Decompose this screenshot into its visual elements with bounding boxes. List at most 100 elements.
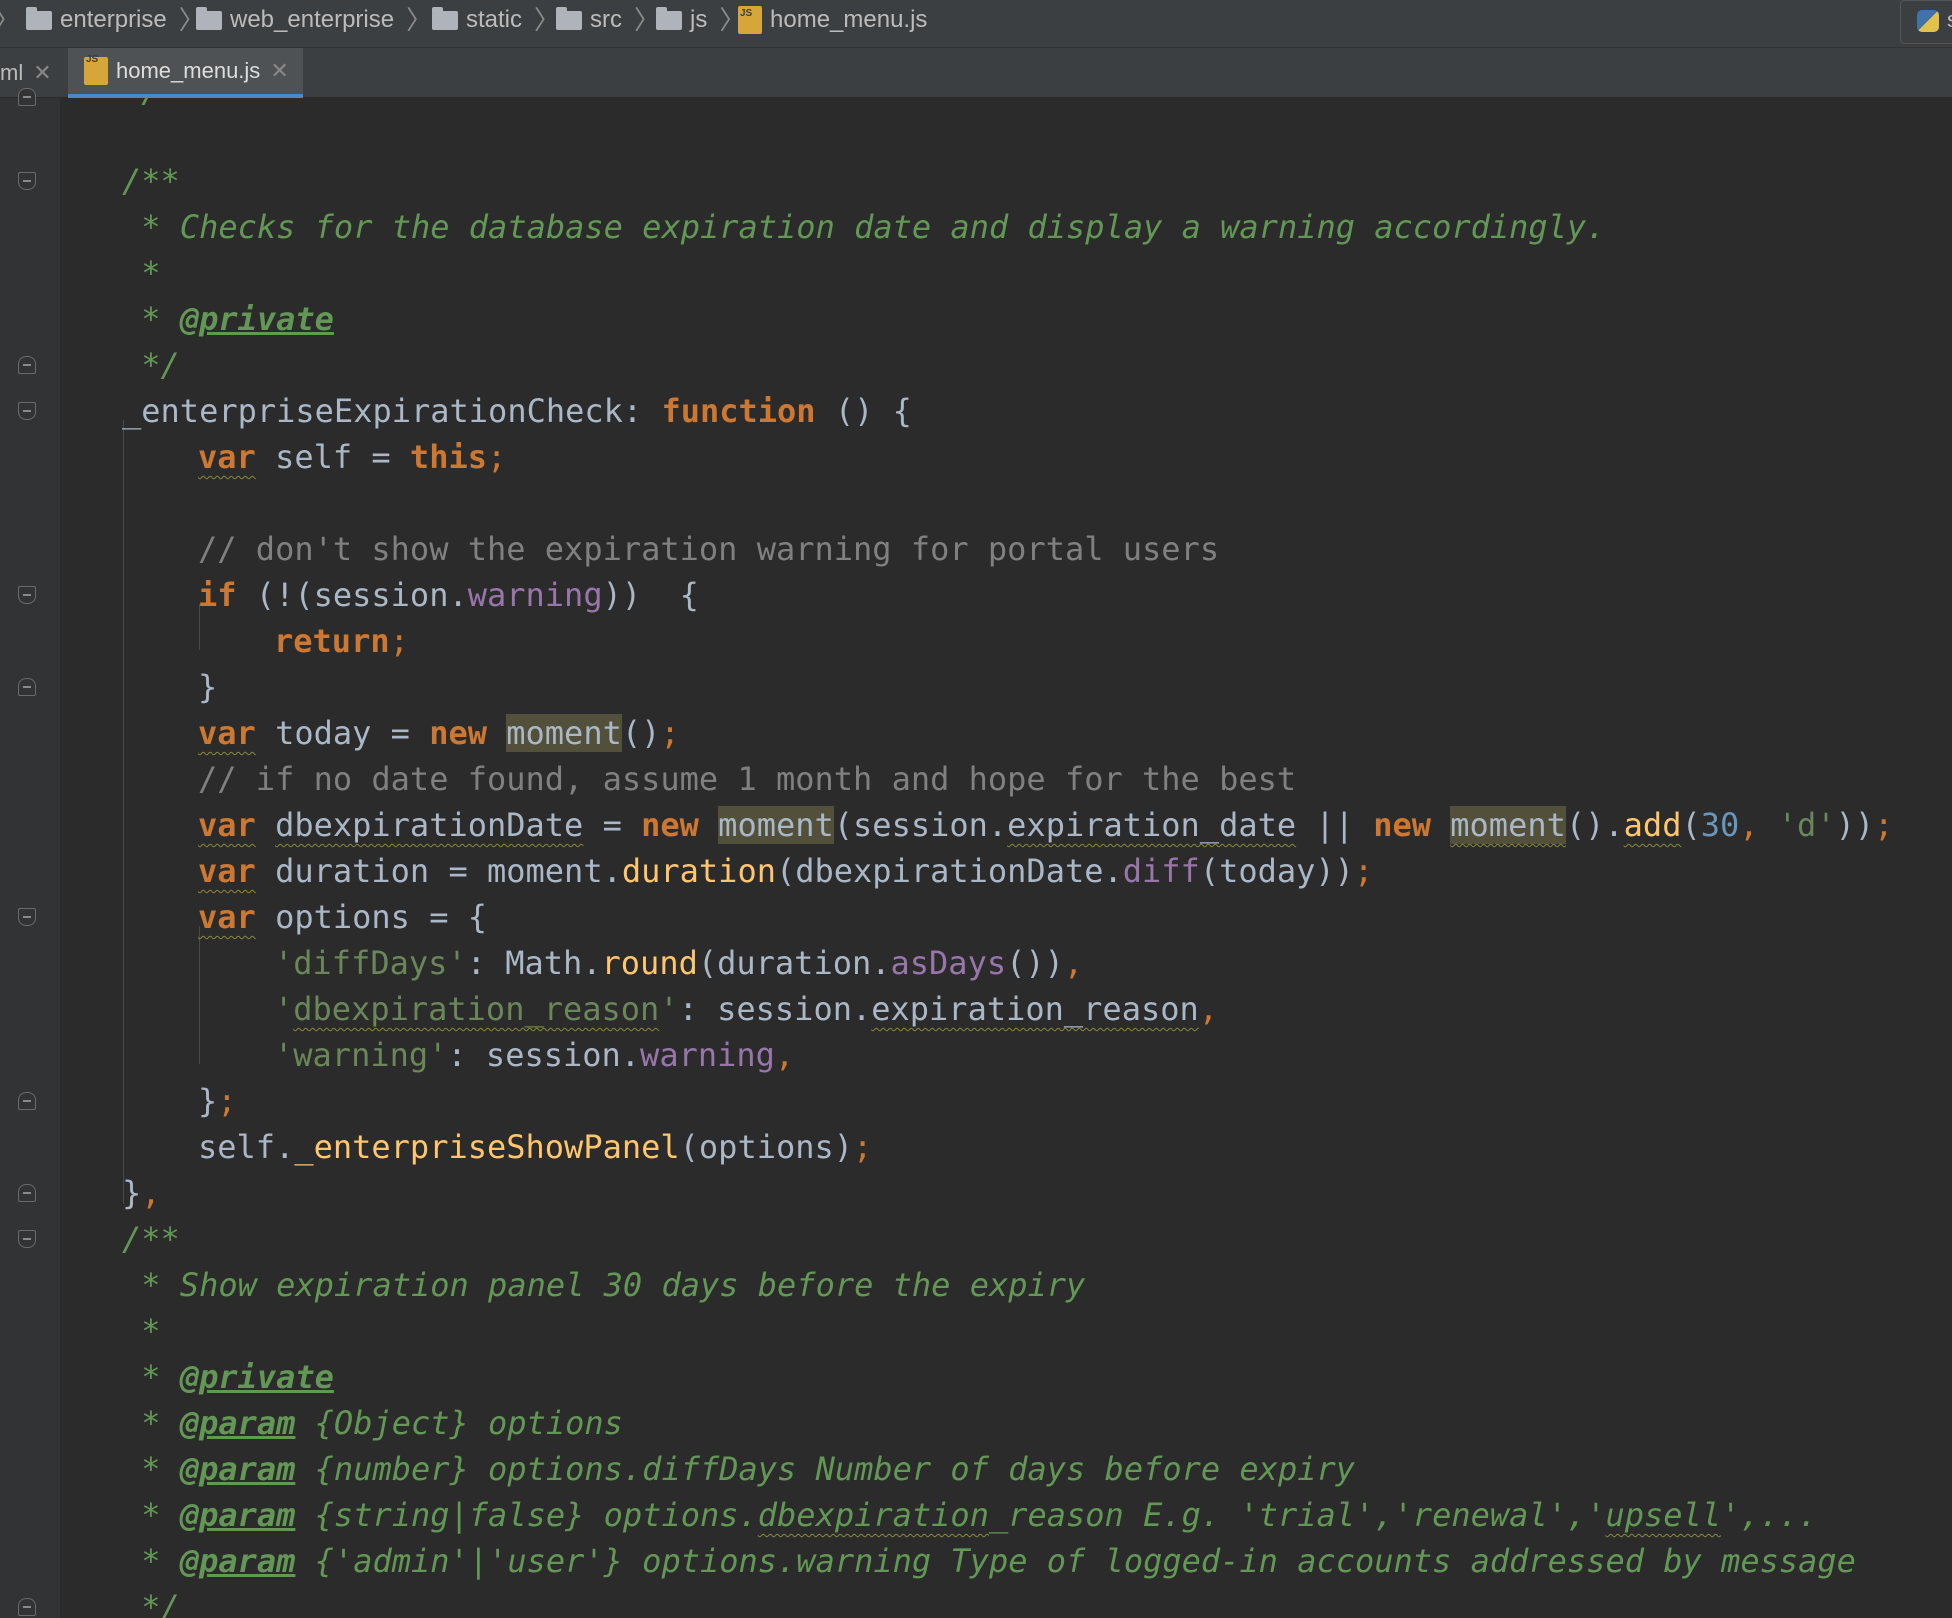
- chevron-right-icon: 〉: [0, 0, 20, 40]
- code-token: )) {: [602, 576, 699, 614]
- breadcrumb-item-src[interactable]: src 〉: [556, 0, 660, 40]
- code-token: today =: [255, 714, 430, 752]
- code-token: : session.: [447, 1036, 641, 1074]
- code-editor[interactable]: */ /** * Checks for the database expirat…: [60, 98, 1952, 1618]
- navigation-bar: 〉 enterprise 〉 web_enterprise 〉 static 〉…: [0, 0, 1952, 48]
- breadcrumb-item-home-menu-js[interactable]: home_menu.js: [738, 0, 927, 40]
- keyword-token: this: [409, 438, 487, 476]
- code-line: 'warning': session.warning,: [274, 1032, 794, 1078]
- keyword-token: var: [198, 714, 256, 752]
- fold-start-icon[interactable]: [18, 402, 38, 422]
- comment-text: *: [122, 1450, 180, 1488]
- keyword-token: var: [198, 806, 256, 844]
- keyword-token: if: [198, 576, 237, 614]
- code-token: (options): [679, 1128, 854, 1166]
- keyword-token: function: [661, 392, 816, 430]
- property-token: warning: [467, 576, 603, 614]
- code-token: _enterpriseExpirationCheck:: [122, 392, 662, 430]
- line-comment: // if no date found, assume 1 month and …: [198, 760, 1297, 798]
- fold-end-icon[interactable]: [18, 1184, 38, 1204]
- code-token: (session.: [833, 806, 1008, 844]
- fold-start-icon[interactable]: [18, 586, 38, 606]
- highlighted-usage: moment: [718, 806, 834, 844]
- fold-end-icon[interactable]: [18, 678, 38, 698]
- run-configuration-button[interactable]: s: [1900, 0, 1952, 44]
- semicolon-token: ;: [660, 714, 680, 752]
- keyword-token: var: [198, 438, 256, 476]
- breadcrumb-label: web_enterprise: [230, 6, 395, 33]
- comment-text: *: [122, 1542, 180, 1580]
- code-line: _enterpriseExpirationCheck: function () …: [122, 388, 912, 434]
- breadcrumb-item-web-enterprise[interactable]: web_enterprise 〉: [196, 0, 432, 40]
- comment-text: /**: [122, 162, 180, 200]
- code-line: * @param {Object} options: [122, 1400, 623, 1446]
- editor-tab-bar: ml ✕ home_menu.js ✕: [0, 35, 1952, 98]
- fold-end-icon[interactable]: [18, 1598, 38, 1618]
- jsdoc-tag: @param: [179, 1496, 296, 1534]
- string-token: 'diffDays': [274, 944, 467, 982]
- fold-start-icon[interactable]: [18, 172, 38, 192]
- semicolon-token: ;: [217, 1082, 237, 1120]
- breadcrumb-item-static[interactable]: static 〉: [432, 0, 560, 40]
- code-token: expiration_reason: [871, 990, 1199, 1028]
- keyword-token: new: [641, 806, 699, 844]
- indent-guide: [199, 926, 200, 1064]
- code-line: };: [198, 1078, 237, 1124]
- comma-token: ,: [1198, 990, 1219, 1028]
- code-token: () {: [815, 392, 912, 430]
- string-token: ': [659, 990, 679, 1028]
- function-token: add: [1623, 806, 1682, 844]
- code-line: * @param {'admin'|'user'} options.warnin…: [122, 1538, 1856, 1584]
- semicolon-token: ;: [486, 438, 507, 476]
- code-token: duration = moment.: [255, 852, 622, 890]
- code-line: * @private: [122, 1354, 334, 1400]
- comma-token: ,: [1063, 944, 1084, 982]
- comment-text: *: [122, 254, 161, 292]
- code-line: * @param {string|false} options.dbexpira…: [122, 1492, 1817, 1538]
- breadcrumb-item-enterprise[interactable]: 〉 enterprise 〉: [0, 0, 205, 40]
- jsdoc-tag: @param: [179, 1404, 296, 1442]
- editor-gutter: [0, 88, 60, 1618]
- keyword-token: new: [429, 714, 487, 752]
- code-token: ()): [1006, 944, 1064, 982]
- fold-start-icon[interactable]: [18, 1230, 38, 1250]
- code-token: }: [122, 1174, 142, 1212]
- code-line: /**: [122, 158, 180, 204]
- code-token: (duration.: [697, 944, 891, 982]
- comment-text: *: [122, 1496, 180, 1534]
- highlighted-usage: moment: [1450, 806, 1566, 844]
- code-line: */: [122, 1584, 180, 1618]
- close-icon[interactable]: ✕: [270, 46, 288, 96]
- keyword-token: var: [198, 898, 256, 936]
- string-token: dbexpiration_reason: [293, 990, 660, 1028]
- folder-icon: [196, 6, 222, 30]
- comment-text: *: [122, 1312, 161, 1350]
- code-token: (today)): [1199, 852, 1354, 890]
- code-token: : session.: [678, 990, 872, 1028]
- tab-home-menu-js[interactable]: home_menu.js ✕: [68, 35, 303, 98]
- js-file-icon: [738, 0, 762, 34]
- code-token: (!(session.: [236, 576, 468, 614]
- folder-icon: [556, 6, 582, 30]
- comment-text: dbexpiration: [757, 1496, 989, 1534]
- function-token: round: [601, 944, 698, 982]
- breadcrumb-label: home_menu.js: [770, 6, 928, 33]
- fold-end-icon[interactable]: [18, 356, 38, 376]
- breadcrumb-item-js[interactable]: js 〉: [656, 0, 745, 40]
- fold-start-icon[interactable]: [18, 908, 38, 928]
- fold-end-icon[interactable]: [18, 88, 38, 108]
- code-line: // don't show the expiration warning for…: [198, 526, 1219, 572]
- code-token: self.: [198, 1128, 295, 1166]
- code-token: )): [1835, 806, 1875, 844]
- fold-end-icon[interactable]: [18, 1092, 38, 1112]
- code-token: (): [621, 714, 661, 752]
- code-token: =: [583, 806, 642, 844]
- code-line: // if no date found, assume 1 month and …: [198, 756, 1296, 802]
- code-line: var today = new moment();: [198, 710, 680, 756]
- breadcrumb-label: src: [590, 6, 622, 33]
- code-token: ().: [1565, 806, 1624, 844]
- comment-text: /**: [122, 1220, 180, 1258]
- comment-text: upsell: [1605, 1496, 1722, 1534]
